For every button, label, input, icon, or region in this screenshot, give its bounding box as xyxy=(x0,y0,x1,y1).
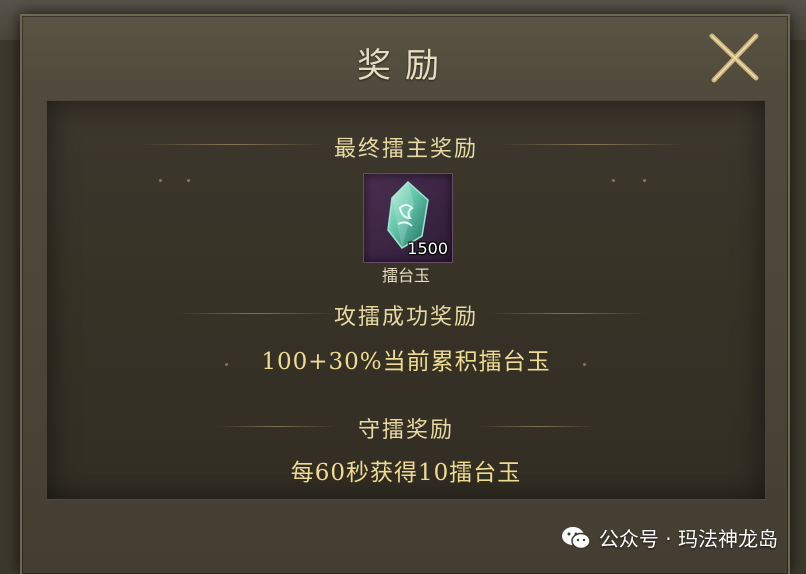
reward-panel: 最终擂主奖励 1500 擂台玉 攻擂成功奖励 100+30%当前累积擂台玉 守擂… xyxy=(46,100,766,500)
watermark-text: 公众号 · 玛法神龙岛 xyxy=(598,527,778,551)
attack-success-text: 100+30%当前累积擂台玉 xyxy=(261,349,551,375)
defend-text: 每60秒获得10擂台玉 xyxy=(290,460,522,486)
wechat-icon xyxy=(561,526,591,549)
item-name: 擂台玉 xyxy=(381,266,430,285)
close-x-icon xyxy=(709,33,759,83)
reward-dialog: 奖励 最终擂主奖励 1500 擂台玉 攻擂成功奖励 100+30%当前累积擂台玉… xyxy=(20,14,790,574)
final-champion-header: 最终擂主奖励 xyxy=(333,137,478,162)
decor-dot xyxy=(159,179,162,182)
decor-dot xyxy=(643,179,646,182)
dialog-title: 奖励 xyxy=(357,46,453,86)
attack-success-header: 攻擂成功奖励 xyxy=(333,305,478,330)
decor-dot xyxy=(187,179,190,182)
close-button[interactable] xyxy=(706,30,762,86)
watermark: 公众号 · 玛法神龙岛 xyxy=(561,523,778,552)
defend-header: 守擂奖励 xyxy=(357,418,454,443)
decor-dot xyxy=(612,179,615,182)
item-count: 1500 xyxy=(407,239,448,258)
reward-item-slot[interactable]: 1500 xyxy=(363,173,453,263)
